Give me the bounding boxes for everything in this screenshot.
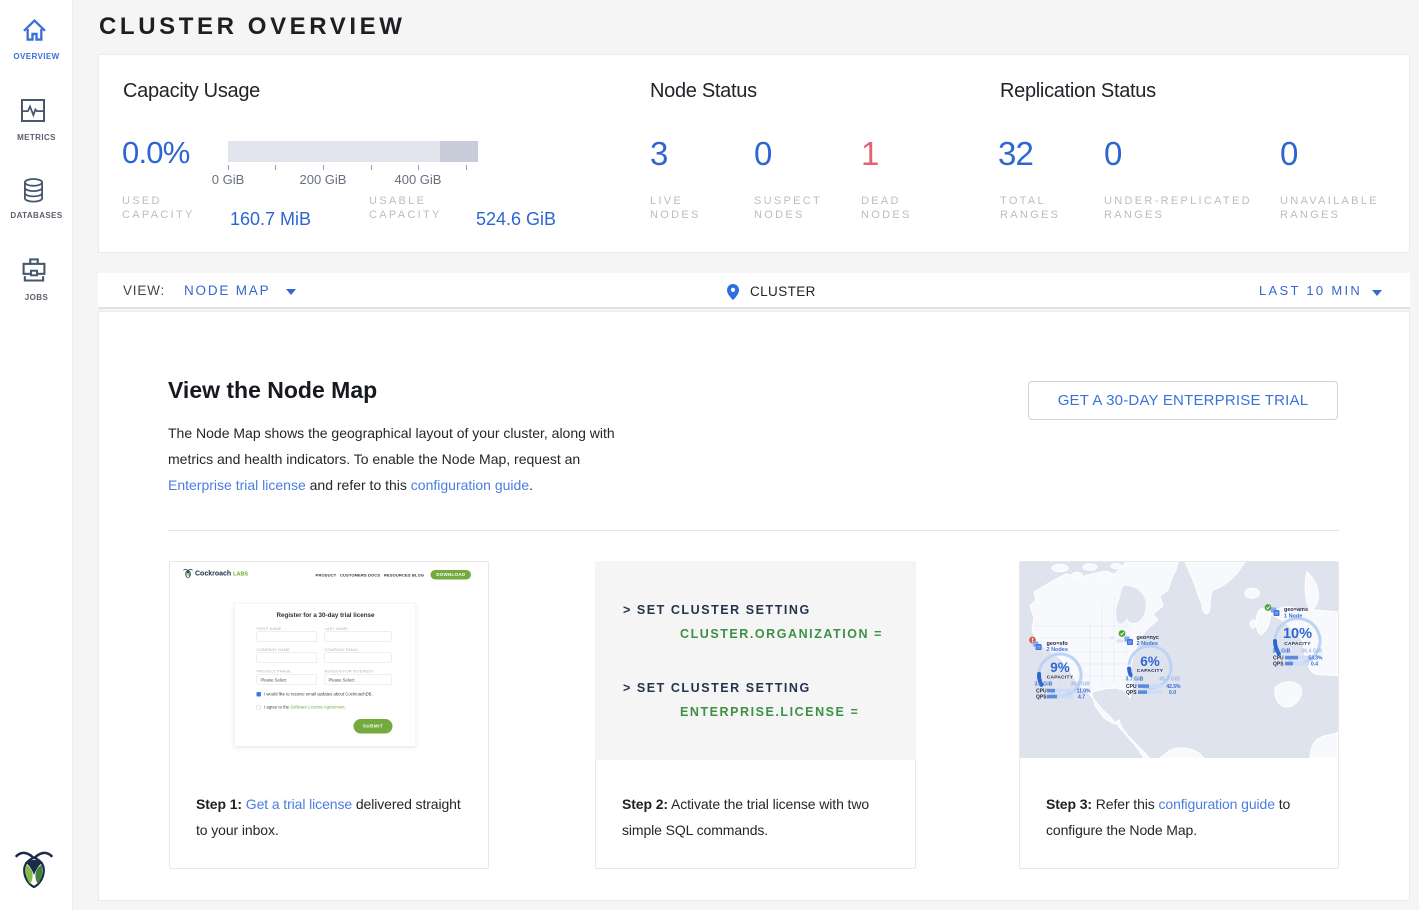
svg-text:geo=ams: geo=ams [1284, 607, 1308, 613]
svg-text:3.7 GiB: 3.7 GiB [1126, 676, 1144, 682]
svg-text:QPS: QPS [1126, 690, 1137, 696]
svg-text:4.7: 4.7 [1078, 695, 1085, 701]
svg-text:1 Node: 1 Node [1284, 614, 1302, 620]
svg-text:36.4 GiB: 36.4 GiB [1301, 649, 1322, 655]
svg-text:2 Nodes: 2 Nodes [1137, 641, 1158, 647]
svg-text:9%: 9% [1050, 660, 1070, 675]
svg-text:0.4: 0.4 [1311, 662, 1318, 668]
svg-text:QPS: QPS [1036, 695, 1047, 701]
svg-text:45.7 GiB: 45.7 GiB [1159, 676, 1180, 682]
svg-text:CAPACITY: CAPACITY [1047, 675, 1074, 681]
svg-text:10%: 10% [1283, 626, 1312, 642]
svg-text:6%: 6% [1140, 654, 1160, 669]
svg-text:3.2 GiB: 3.2 GiB [1035, 682, 1053, 688]
svg-text:2 Nodes: 2 Nodes [1047, 647, 1068, 653]
svg-text:3.6 GiB: 3.6 GiB [1273, 649, 1291, 655]
svg-text:CAPACITY: CAPACITY [1137, 668, 1164, 674]
svg-text:QPS: QPS [1273, 662, 1284, 668]
svg-text:CAPACITY: CAPACITY [1284, 641, 1311, 647]
svg-text:0.0: 0.0 [1169, 690, 1176, 696]
svg-text:351 GiB: 351 GiB [1071, 682, 1091, 688]
